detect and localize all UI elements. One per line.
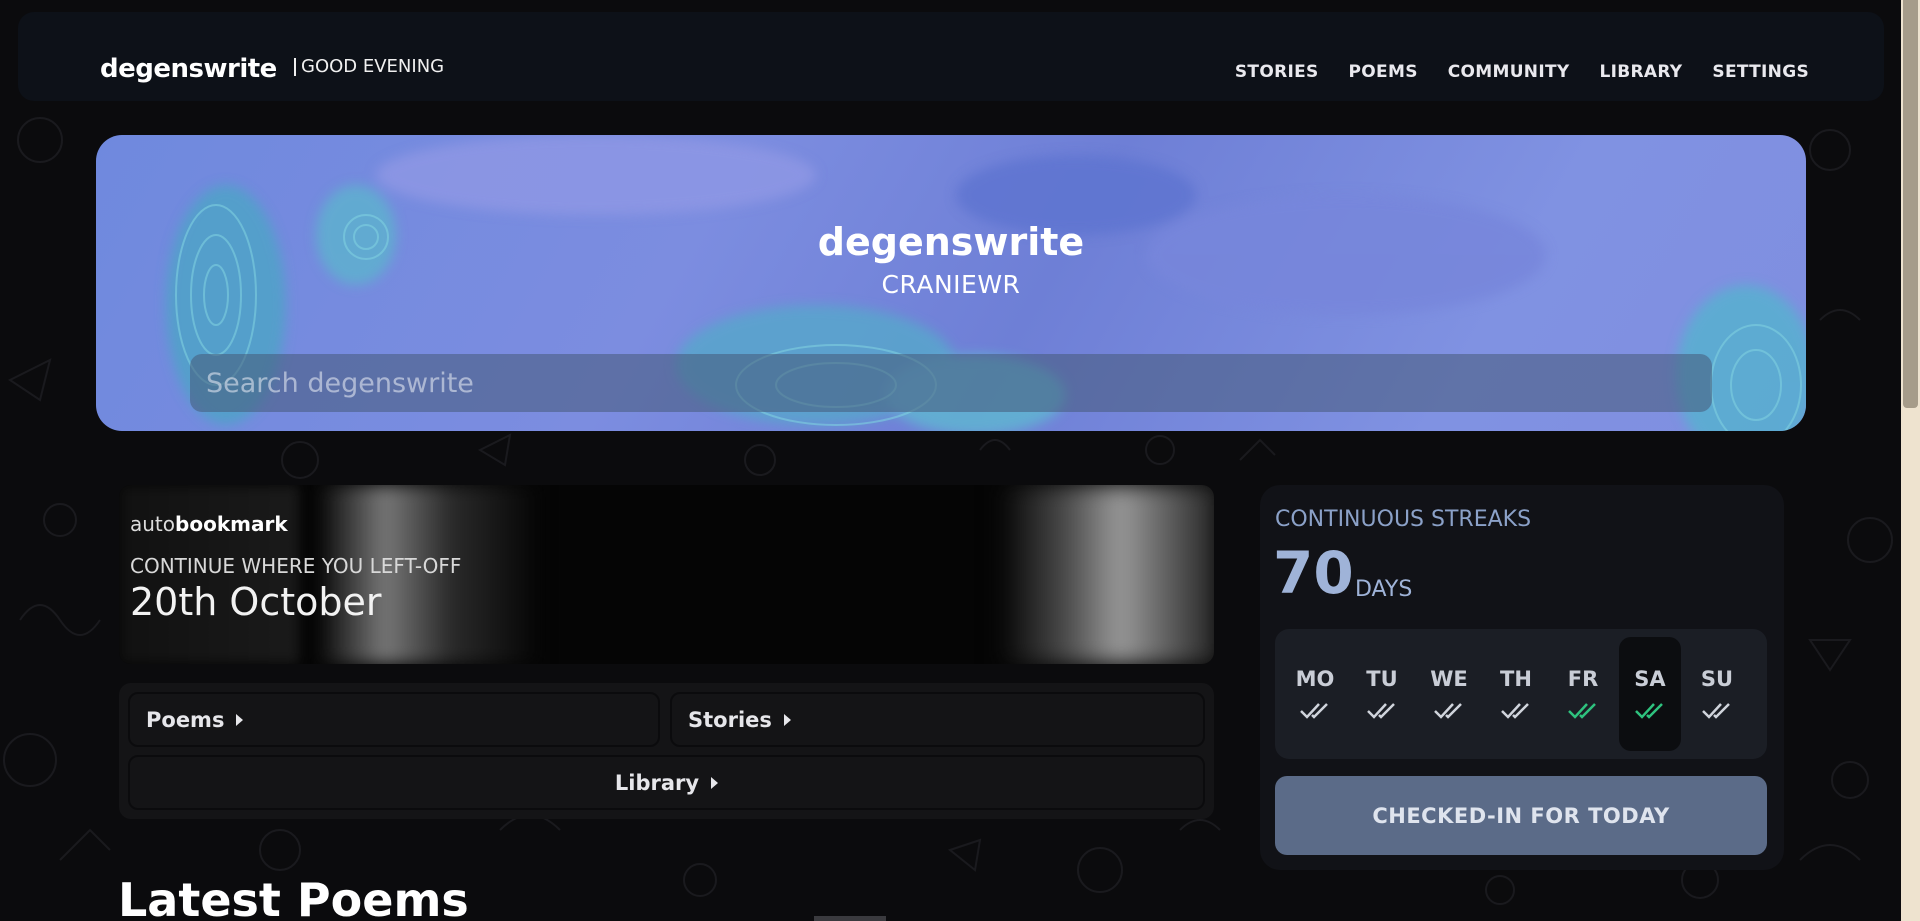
caret-right-icon: [711, 776, 719, 789]
day-label: TU: [1366, 667, 1398, 691]
poems-link-label: Poems: [146, 707, 225, 732]
page-scrollbar[interactable]: [1901, 0, 1920, 921]
streak-count: 70: [1273, 539, 1354, 607]
scrollbar-thumb[interactable]: [1903, 0, 1918, 408]
stories-link-label: Stories: [688, 707, 772, 732]
day-tu: TU: [1351, 637, 1413, 751]
nav-link-library[interactable]: LIBRARY: [1599, 62, 1682, 82]
week-tracker: MO TU WE TH FR SA SU: [1275, 629, 1767, 759]
day-label: WE: [1430, 667, 1468, 691]
day-th: TH: [1485, 637, 1547, 751]
caret-right-icon: [236, 713, 244, 726]
nav-link-community[interactable]: COMMUNITY: [1448, 62, 1570, 82]
day-su: SU: [1686, 637, 1748, 751]
day-mo: MO: [1284, 637, 1346, 751]
nav-links: STORIES POEMS COMMUNITY LIBRARY SETTINGS: [1235, 62, 1809, 82]
double-check-icon: [1300, 703, 1328, 719]
hero-banner: degenswrite CRANIEWR: [96, 135, 1806, 431]
section-indicator: [814, 916, 886, 921]
day-label: FR: [1567, 667, 1599, 691]
streak-title: CONTINUOUS STREAKS: [1275, 507, 1532, 532]
double-check-icon: [1434, 703, 1462, 719]
bookmark-bg-image-right: [999, 485, 1214, 664]
greeting-text: GOOD EVENING: [294, 58, 444, 76]
streak-panel: CONTINUOUS STREAKS 70 DAYS MO TU WE TH FR SA S…: [1260, 485, 1784, 870]
library-link-label: Library: [614, 770, 700, 795]
autobookmark-bold: bookmark: [175, 512, 288, 536]
poems-link-button[interactable]: Poems: [128, 692, 660, 747]
autobookmark-card[interactable]: autobookmark CONTINUE WHERE YOU LEFT-OFF…: [119, 485, 1214, 664]
double-check-icon: [1635, 703, 1663, 719]
autobookmark-label: autobookmark: [130, 512, 288, 536]
username-label: CRANIEWR: [881, 270, 1021, 299]
autobookmark-prefix: auto: [130, 512, 176, 536]
streak-unit: DAYS: [1355, 577, 1413, 602]
brand-logo[interactable]: degenswrite: [100, 54, 277, 84]
bookmark-date: 20th October: [130, 580, 382, 624]
day-label: SU: [1700, 667, 1734, 691]
caret-right-icon: [783, 713, 791, 726]
latest-poems-heading: Latest Poems: [118, 873, 469, 921]
double-check-icon: [1702, 703, 1730, 719]
nav-link-stories[interactable]: STORIES: [1235, 62, 1319, 82]
nav-link-settings[interactable]: SETTINGS: [1712, 62, 1809, 82]
day-sa: SA: [1619, 637, 1681, 751]
day-label: MO: [1295, 667, 1335, 691]
search-input[interactable]: [190, 354, 1712, 412]
library-link-button[interactable]: Library: [128, 755, 1205, 810]
double-check-icon: [1501, 703, 1529, 719]
double-check-icon: [1568, 703, 1596, 719]
day-fr: FR: [1552, 637, 1614, 751]
nav-link-poems[interactable]: POEMS: [1349, 62, 1418, 82]
stories-link-button[interactable]: Stories: [670, 692, 1205, 747]
double-check-icon: [1367, 703, 1395, 719]
continue-caption: CONTINUE WHERE YOU LEFT-OFF: [130, 554, 462, 578]
day-label: SA: [1634, 667, 1666, 691]
day-label: TH: [1500, 667, 1532, 691]
quick-links-panel: Poems Stories Library: [119, 683, 1214, 819]
site-title: degenswrite: [817, 220, 1085, 264]
checkin-button[interactable]: CHECKED-IN FOR TODAY: [1275, 776, 1767, 855]
day-we: WE: [1418, 637, 1480, 751]
top-navbar: degenswrite GOOD EVENING STORIES POEMS C…: [18, 12, 1884, 101]
